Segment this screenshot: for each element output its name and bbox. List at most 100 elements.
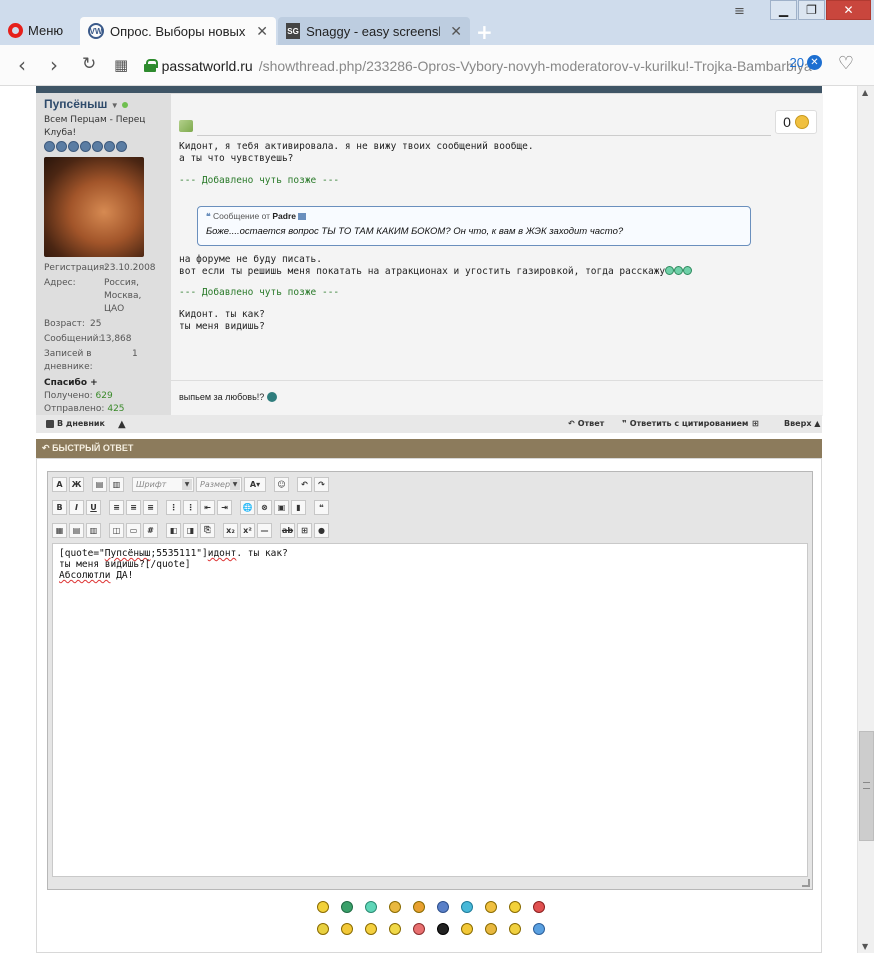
bold-icon[interactable]: B <box>52 499 67 515</box>
tab-snaggy[interactable]: SG Snaggy - easy screenshots ✕ <box>278 17 470 45</box>
avatar[interactable] <box>44 157 144 257</box>
redo-icon[interactable]: ↷ <box>314 476 329 492</box>
textarea-text: ;5535111"] <box>150 548 208 559</box>
thanks-sent-value[interactable]: 425 <box>107 404 124 414</box>
smiley-icon[interactable] <box>485 901 497 913</box>
speed-dial-icon[interactable]: ▦ <box>114 56 128 74</box>
report-button[interactable]: ▲ <box>118 419 126 430</box>
smiley-icon[interactable] <box>485 923 497 935</box>
strikethrough-icon[interactable]: ab <box>280 522 295 538</box>
smiley-icon[interactable] <box>509 901 521 913</box>
smiley-icon[interactable] <box>509 923 521 935</box>
scroll-down-icon[interactable]: ▼ <box>862 942 868 951</box>
reply-with-quote-button[interactable]: ❞ Ответить с цитированием <box>622 419 748 428</box>
link-icon[interactable]: 🌐 <box>240 499 255 515</box>
code-icon[interactable]: # <box>143 522 158 538</box>
smiley-icon[interactable] <box>341 901 353 913</box>
outdent-icon[interactable]: ⇤ <box>200 499 215 515</box>
window-close-button[interactable]: ✕ <box>826 0 871 20</box>
smiley-icon[interactable] <box>317 901 329 913</box>
table-col-icon[interactable]: ▥ <box>86 522 101 538</box>
horizontal-rule-icon[interactable]: — <box>257 522 272 538</box>
maximize-button[interactable]: ❐ <box>798 0 825 20</box>
indent-icon[interactable]: ⇥ <box>217 499 232 515</box>
quote-icon[interactable]: ❝ <box>314 499 329 515</box>
scroll-up-icon[interactable]: ▲ <box>862 88 868 97</box>
message-text: Кидонт, я тебя активировала. я не вижу т… <box>179 141 534 164</box>
smiley-icon[interactable] <box>317 923 329 935</box>
reply-button[interactable]: ↶ Ответ <box>568 419 604 428</box>
hide-icon[interactable]: ◫ <box>109 522 124 538</box>
username-link[interactable]: Пупсёныш ▼ <box>44 98 164 112</box>
ordered-list-icon[interactable]: ⋮ <box>166 499 181 515</box>
like-button[interactable]: 0 <box>775 110 817 134</box>
smiley-icon[interactable] <box>533 923 545 935</box>
align-right-icon[interactable]: ≡ <box>143 499 158 515</box>
underline-icon[interactable]: U <box>86 499 101 515</box>
smiley-icon[interactable] <box>413 923 425 935</box>
video-icon[interactable]: ▮ <box>291 499 306 515</box>
remove-format-icon[interactable]: A <box>52 476 67 492</box>
spoiler-icon[interactable]: ▭ <box>126 522 141 538</box>
image-icon[interactable]: ▣ <box>274 499 289 515</box>
color-picker-icon[interactable]: ● <box>314 522 329 538</box>
smiley-icon[interactable] <box>389 901 401 913</box>
text-color-icon[interactable]: A▾ <box>244 476 266 492</box>
expand-icon[interactable]: ⊞ <box>297 522 312 538</box>
italic-icon[interactable]: I <box>69 499 84 515</box>
subscript-icon[interactable]: x₂ <box>223 522 238 538</box>
thanks-received-value[interactable]: 629 <box>96 391 113 401</box>
ad-block-badge[interactable]: 20 ✕ <box>790 55 822 70</box>
multiquote-button[interactable]: ⊞ <box>752 419 759 428</box>
forward-button[interactable]: › <box>50 53 58 77</box>
scroll-thumb[interactable] <box>859 731 874 841</box>
table-icon[interactable]: ▦ <box>52 522 67 538</box>
smiley-icon[interactable] <box>461 901 473 913</box>
quick-reply-header[interactable]: ↶ БЫСТРЫЙ ОТВЕТ <box>36 439 822 458</box>
unlink-icon[interactable]: ⊗ <box>257 499 272 515</box>
smiley-icon[interactable] <box>533 901 545 913</box>
tab-passatworld[interactable]: VW Опрос. Выборы новых мо ✕ <box>80 17 276 45</box>
unordered-list-icon[interactable]: ⋮ <box>183 499 198 515</box>
smiley-icon[interactable] <box>365 923 377 935</box>
info-label: Возраст: <box>44 319 85 329</box>
smiley-icon[interactable] <box>389 923 401 935</box>
smiley-icon[interactable] <box>365 901 377 913</box>
smiley-icon[interactable] <box>461 923 473 935</box>
page-scrollbar[interactable]: ▲ ▼ <box>857 86 874 953</box>
smiley-icon[interactable] <box>437 923 449 935</box>
opera-menu-button[interactable]: Меню <box>8 17 63 43</box>
close-icon[interactable]: ✕ <box>450 23 462 40</box>
table-row-icon[interactable]: ▤ <box>69 522 84 538</box>
opera-menu-label: Меню <box>28 22 64 38</box>
superscript-icon[interactable]: x² <box>240 522 255 538</box>
view-post-icon[interactable] <box>298 213 307 220</box>
tabs-menu-icon[interactable]: ≡ <box>734 4 745 19</box>
smiley-icon[interactable] <box>341 923 353 935</box>
heart-icon[interactable]: ♡ <box>838 53 854 74</box>
smilies-icon[interactable]: ☺ <box>274 476 289 492</box>
align-left-icon[interactable]: ≡ <box>109 499 124 515</box>
php-icon[interactable]: ◨ <box>183 522 198 538</box>
paste-text-icon[interactable]: ▥ <box>109 476 124 492</box>
reload-button[interactable]: ↻ <box>82 54 96 74</box>
paste-icon[interactable]: ▤ <box>92 476 107 492</box>
smiley-icon[interactable] <box>413 901 425 913</box>
scroll-top-button[interactable]: Вверх ▲ <box>784 419 820 428</box>
align-center-icon[interactable]: ≡ <box>126 499 141 515</box>
new-tab-button[interactable]: + <box>476 20 493 44</box>
html-icon[interactable]: ◧ <box>166 522 181 538</box>
add-to-diary-button[interactable]: В дневник <box>46 419 105 428</box>
undo-icon[interactable]: ↶ <box>297 476 312 492</box>
message-textarea[interactable]: [quote="Пупсёныш;5535111"]идонт. ты как?… <box>52 543 808 877</box>
minimize-button[interactable]: ▁ <box>770 0 797 20</box>
size-select[interactable]: Размер ▼ <box>196 476 242 492</box>
smiley-icon[interactable] <box>437 901 449 913</box>
switch-mode-icon[interactable]: Ж <box>69 476 84 492</box>
close-icon[interactable]: ✕ <box>256 23 268 40</box>
font-select[interactable]: Шрифт ▼ <box>132 476 194 492</box>
resize-handle[interactable] <box>802 879 810 887</box>
address-bar[interactable]: passatworld.ru/showthread.php/233286-Opr… <box>144 52 860 79</box>
back-button[interactable]: ‹ <box>18 53 26 77</box>
attach-icon[interactable]: ⎘ <box>200 522 215 538</box>
